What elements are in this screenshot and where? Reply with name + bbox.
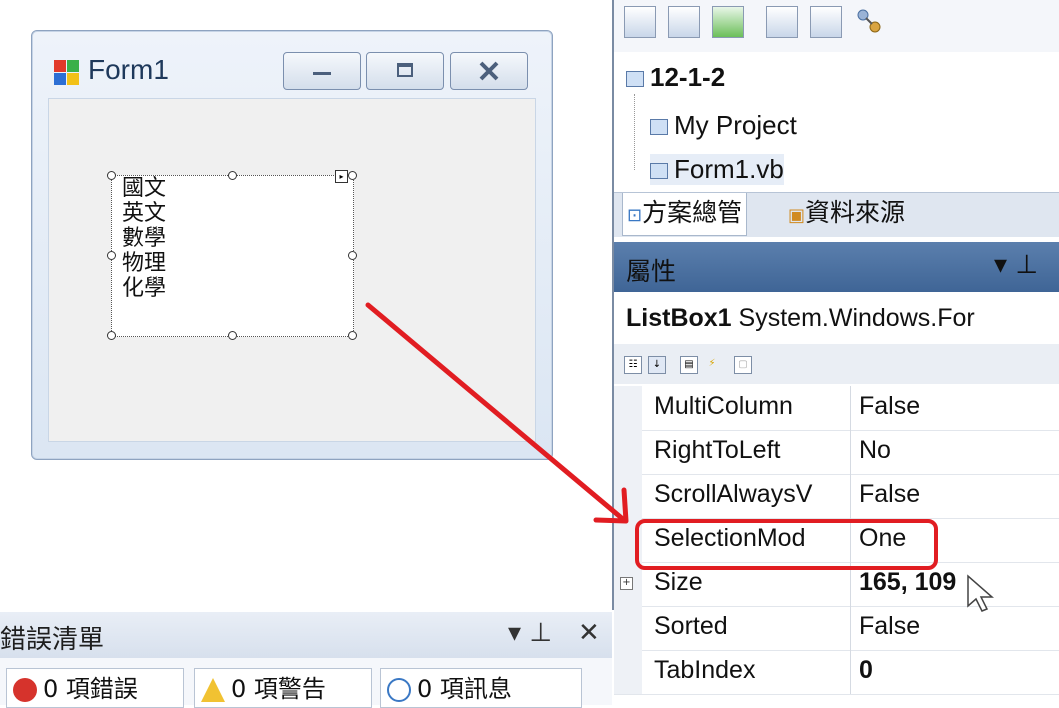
warnings-filter-button[interactable]: 0 項警告 bbox=[194, 668, 372, 708]
property-row[interactable]: RightToLeft No bbox=[614, 430, 1059, 475]
close-icon bbox=[479, 61, 499, 81]
column-divider bbox=[850, 430, 851, 474]
warnings-count-label: 0 項警告 bbox=[231, 675, 326, 703]
property-value[interactable]: False bbox=[859, 392, 920, 421]
pin-icon[interactable]: ▾ ⊥ bbox=[994, 250, 1038, 280]
tree-connector bbox=[634, 94, 635, 170]
show-all-files-icon[interactable] bbox=[668, 6, 700, 38]
object-name: ListBox1 bbox=[626, 304, 732, 332]
alphabetical-icon[interactable]: ↓ bbox=[648, 356, 666, 374]
property-row[interactable]: TabIndex 0 bbox=[614, 650, 1059, 695]
smart-tag-icon[interactable]: ▸ bbox=[335, 170, 348, 183]
list-item[interactable]: 化學 bbox=[112, 276, 353, 301]
minimize-button[interactable] bbox=[283, 52, 361, 90]
form-file-icon bbox=[650, 163, 668, 180]
property-name: ScrollAlwaysV bbox=[654, 480, 813, 508]
row-gutter bbox=[614, 430, 642, 474]
object-type: System.Windows.For bbox=[738, 304, 975, 332]
annotation-highlight-box bbox=[635, 519, 938, 570]
explorer-tabs: ⊡方案總管 ▣資料來源 bbox=[614, 192, 1059, 237]
column-divider bbox=[850, 650, 851, 694]
list-item[interactable]: 物理 bbox=[112, 251, 353, 276]
property-row[interactable]: ScrollAlwaysV False bbox=[614, 474, 1059, 519]
property-name: Size bbox=[654, 568, 703, 596]
solution-explorer-icon: ⊡ bbox=[627, 205, 643, 226]
properties-view-icon[interactable]: ▤ bbox=[680, 356, 698, 374]
error-list-panel: 錯誤清單 ▾ ⊥ ✕ 0 項錯誤 0 項警告 0 項訊息 bbox=[0, 612, 612, 708]
resize-handle[interactable] bbox=[348, 171, 357, 180]
form-designer-surface[interactable]: Form1 國文 英文 數學 物理 化學 ▸ bbox=[0, 0, 614, 610]
property-value[interactable]: False bbox=[859, 480, 920, 509]
resize-handle[interactable] bbox=[348, 251, 357, 260]
property-value[interactable]: No bbox=[859, 436, 891, 465]
list-item[interactable]: 數學 bbox=[112, 226, 353, 251]
properties-title: 屬性 bbox=[626, 257, 677, 286]
messages-count-label: 0 項訊息 bbox=[417, 675, 512, 703]
maximize-button[interactable] bbox=[366, 52, 444, 90]
my-project-icon bbox=[650, 119, 668, 136]
form-app-icon bbox=[54, 60, 79, 85]
data-sources-icon: ▣ bbox=[788, 205, 806, 226]
tab-solution-explorer[interactable]: ⊡方案總管 bbox=[622, 193, 748, 236]
properties-header: 屬性 ▾ ⊥ bbox=[614, 242, 1059, 292]
close-icon[interactable]: ✕ bbox=[578, 618, 600, 648]
form-title: Form1 bbox=[88, 54, 169, 85]
column-divider bbox=[850, 474, 851, 518]
categorized-icon[interactable]: ☷ bbox=[624, 356, 642, 374]
resize-handle[interactable] bbox=[107, 331, 116, 340]
errors-count-label: 0 項錯誤 bbox=[43, 675, 138, 703]
row-gutter bbox=[614, 650, 642, 694]
property-name: TabIndex bbox=[654, 656, 756, 684]
error-list-filters: 0 項錯誤 0 項警告 0 項訊息 bbox=[0, 658, 612, 708]
minimize-icon bbox=[313, 72, 331, 75]
expand-icon[interactable]: + bbox=[620, 577, 633, 590]
events-icon[interactable]: ⚡ bbox=[704, 356, 720, 372]
resize-handle[interactable] bbox=[348, 331, 357, 340]
warning-icon bbox=[201, 678, 225, 702]
column-divider bbox=[850, 606, 851, 650]
error-list-header: 錯誤清單 ▾ ⊥ ✕ bbox=[0, 612, 612, 658]
list-item[interactable]: 英文 bbox=[112, 201, 353, 226]
row-gutter bbox=[614, 474, 642, 518]
resize-handle[interactable] bbox=[107, 251, 116, 260]
property-value[interactable]: False bbox=[859, 612, 920, 641]
info-icon bbox=[387, 678, 411, 702]
properties-toolbar-icon[interactable] bbox=[624, 6, 656, 38]
refresh-icon[interactable] bbox=[712, 6, 744, 38]
property-name: Sorted bbox=[654, 612, 728, 640]
listbox1[interactable]: 國文 英文 數學 物理 化學 bbox=[111, 175, 354, 337]
tree-node-form1[interactable]: Form1.vb bbox=[650, 154, 784, 185]
tree-node-my-project[interactable]: My Project bbox=[650, 110, 797, 141]
error-list-title: 錯誤清單 bbox=[0, 625, 105, 655]
mouse-cursor-icon bbox=[967, 574, 994, 612]
errors-filter-button[interactable]: 0 項錯誤 bbox=[6, 668, 184, 708]
solution-explorer-toolbar bbox=[614, 0, 1059, 52]
close-button[interactable] bbox=[450, 52, 528, 90]
column-divider bbox=[850, 386, 851, 430]
row-gutter bbox=[614, 606, 642, 650]
property-name: MultiColumn bbox=[654, 392, 793, 420]
project-icon bbox=[626, 71, 644, 88]
class-diagram-icon[interactable] bbox=[854, 6, 884, 36]
property-value[interactable]: 0 bbox=[859, 656, 873, 685]
pin-icon[interactable]: ▾ ⊥ bbox=[508, 618, 552, 648]
error-icon bbox=[13, 678, 37, 702]
tree-node-project[interactable]: 12-1-2 bbox=[626, 62, 725, 93]
view-code-icon[interactable] bbox=[766, 6, 798, 38]
property-value[interactable]: 165, 109 bbox=[859, 568, 956, 597]
solution-tree: 12-1-2 My Project Form1.vb bbox=[614, 52, 1059, 192]
maximize-icon bbox=[397, 63, 413, 77]
row-gutter bbox=[614, 386, 642, 430]
object-selector[interactable]: ListBox1 System.Windows.For bbox=[614, 292, 1059, 344]
property-row[interactable]: MultiColumn False bbox=[614, 386, 1059, 431]
property-name: RightToLeft bbox=[654, 436, 781, 464]
tab-data-sources[interactable]: ▣資料來源 bbox=[784, 193, 909, 235]
view-designer-icon[interactable] bbox=[810, 6, 842, 38]
resize-handle[interactable] bbox=[228, 171, 237, 180]
resize-handle[interactable] bbox=[107, 171, 116, 180]
property-pages-icon[interactable]: ▢ bbox=[734, 356, 752, 374]
properties-toolbar: ☷ ↓ ▤ ⚡ ▢ bbox=[614, 344, 1059, 384]
resize-handle[interactable] bbox=[228, 331, 237, 340]
messages-filter-button[interactable]: 0 項訊息 bbox=[380, 668, 582, 708]
